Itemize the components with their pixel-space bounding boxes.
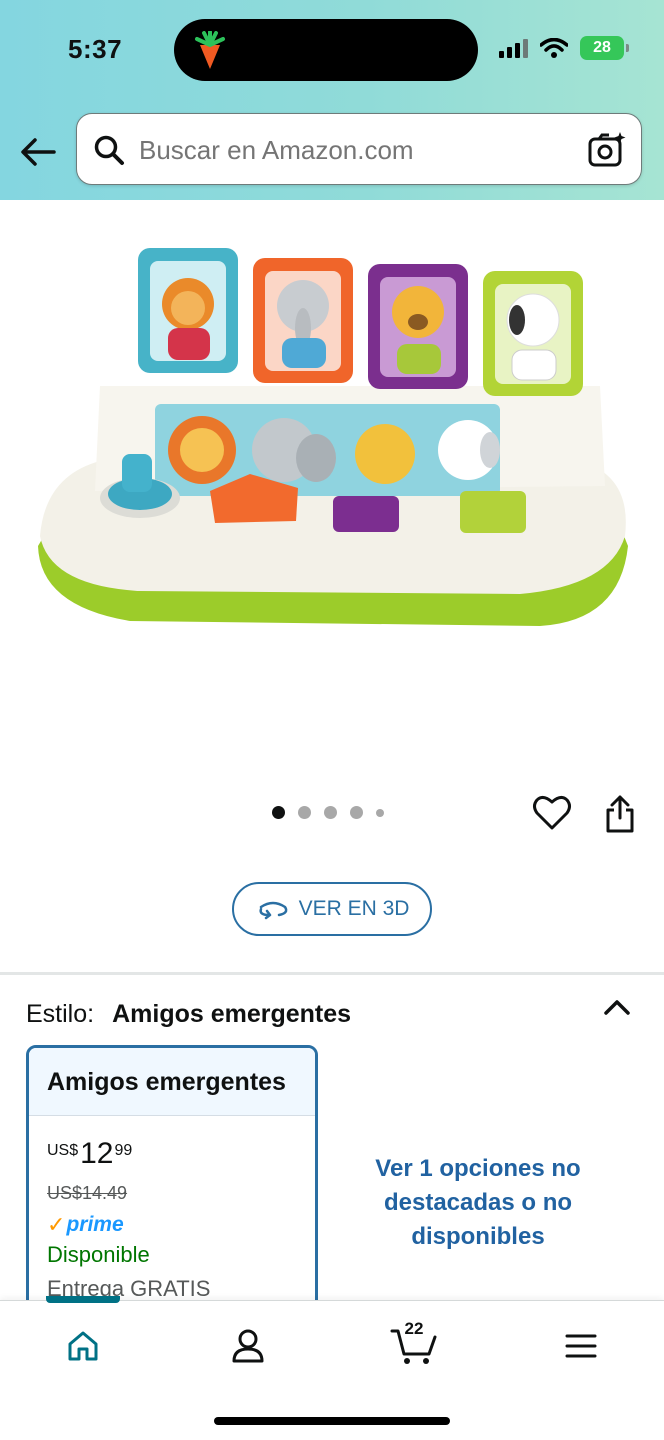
battery-icon: 28 (580, 36, 629, 60)
view-in-3d-label: VER EN 3D (298, 897, 410, 920)
prime-check-icon: ✓ (47, 1212, 66, 1237)
battery-level: 28 (593, 39, 611, 56)
more-options-link[interactable]: Ver 1 opciones no destacadas o no dispon… (346, 1152, 610, 1254)
carrot-icon (195, 31, 225, 69)
rotate-3d-icon (259, 901, 287, 920)
status-time: 5:37 (68, 34, 123, 64)
share-icon[interactable] (602, 794, 638, 834)
price-currency: US$ (47, 1142, 79, 1159)
hamburger-menu-icon (565, 1334, 597, 1358)
image-carousel-dots[interactable] (272, 806, 384, 819)
nav-account[interactable] (218, 1323, 278, 1369)
home-indicator (214, 1417, 450, 1425)
search-bar[interactable] (76, 113, 642, 185)
prime-badge: ✓ prime (47, 1212, 124, 1238)
style-label: Estilo: (26, 1000, 95, 1028)
status-icons: 28 (499, 36, 629, 60)
home-icon (68, 1331, 98, 1361)
heart-icon[interactable] (532, 794, 572, 832)
cart-count-badge: 22 (404, 1319, 424, 1338)
carousel-dot[interactable] (376, 808, 384, 817)
wifi-icon (540, 38, 568, 58)
top-header: 5:37 28 (0, 0, 664, 200)
variant-price: US$ 12 99 (47, 1138, 132, 1170)
list-price: US$14.49 (47, 1183, 128, 1203)
style-value: Amigos emergentes (112, 1000, 352, 1028)
nav-cart[interactable]: 22 (384, 1319, 444, 1369)
carousel-dot[interactable] (272, 806, 285, 819)
camera-search-icon[interactable] (587, 130, 627, 170)
carousel-dot[interactable] (324, 806, 337, 819)
prime-label: prime (66, 1213, 124, 1236)
availability-status: Disponible (47, 1242, 150, 1267)
carousel-dot[interactable] (298, 806, 311, 819)
variant-option-card[interactable]: Amigos emergentes US$ 12 99 US$14.49 ✓ p… (26, 1045, 318, 1325)
nav-home[interactable] (53, 1323, 113, 1369)
price-whole: 12 (80, 1137, 114, 1170)
nav-menu[interactable] (551, 1323, 611, 1369)
variant-title: Amigos emergentes (29, 1048, 315, 1116)
user-icon (232, 1329, 264, 1363)
chevron-up-icon[interactable] (602, 996, 632, 1018)
search-icon (94, 135, 124, 165)
dynamic-island (174, 19, 478, 81)
back-arrow-icon[interactable] (18, 132, 58, 172)
cellular-signal-icon (499, 38, 528, 58)
price-cents: 99 (114, 1142, 133, 1159)
search-input[interactable] (139, 132, 559, 168)
active-tab-indicator (46, 1296, 120, 1303)
product-image[interactable] (20, 236, 640, 656)
style-selector-header[interactable]: Estilo: Amigos emergentes (26, 1000, 351, 1029)
carousel-dot[interactable] (350, 806, 363, 819)
section-divider (0, 972, 664, 975)
view-in-3d-button[interactable]: VER EN 3D (232, 882, 432, 936)
